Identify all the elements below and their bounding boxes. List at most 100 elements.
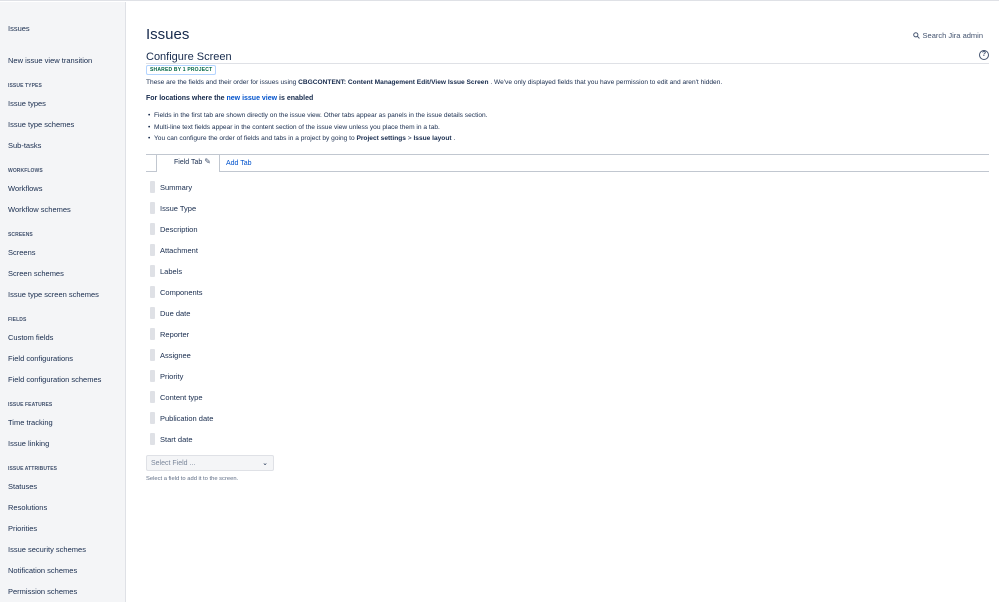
field-row-description[interactable]: Description	[150, 223, 198, 235]
locations-heading: For locations where the new issue view i…	[146, 95, 313, 102]
sidebar-item-issue-linking[interactable]: Issue linking	[8, 439, 49, 448]
field-label: Content type	[160, 392, 203, 402]
field-label: Attachment	[160, 245, 198, 255]
drag-handle-icon[interactable]	[150, 391, 155, 403]
locations-suffix: is enabled	[277, 95, 314, 102]
configure-screen-title: Configure Screen	[146, 51, 232, 63]
field-label: Components	[160, 287, 203, 297]
field-label: Publication date	[160, 413, 214, 423]
field-label: Assignee	[160, 350, 191, 360]
sidebar-item-workflows[interactable]: Workflows	[8, 184, 42, 193]
sidebar-heading-issue-features: ISSUE FEATURES	[8, 402, 53, 408]
info-bullet-1: Fields in the first tab are shown direct…	[148, 110, 488, 122]
drag-handle-icon[interactable]	[150, 307, 155, 319]
sidebar-item-custom-fields[interactable]: Custom fields	[8, 333, 53, 342]
drag-handle-icon[interactable]	[150, 349, 155, 361]
field-label: Reporter	[160, 329, 190, 339]
sidebar-item-priorities[interactable]: Priorities	[8, 524, 37, 533]
sidebar-heading-issue-attributes: ISSUE ATTRIBUTES	[8, 466, 58, 472]
field-label: Labels	[160, 266, 183, 276]
field-label: Issue Type	[160, 203, 197, 213]
drag-handle-icon[interactable]	[150, 265, 155, 277]
project-settings-text: Project settings	[356, 135, 406, 143]
sidebar-item-statuses[interactable]: Statuses	[8, 482, 37, 491]
drag-handle-icon[interactable]	[150, 202, 155, 214]
select-field-hint: Select a field to add it to the screen.	[146, 476, 239, 482]
field-row-due-date[interactable]: Due date	[150, 307, 190, 319]
issue-layout-text: Issue layout	[413, 135, 452, 143]
field-row-content-type[interactable]: Content type	[150, 391, 203, 403]
locations-prefix: For locations where the	[146, 95, 227, 102]
field-label: Priority	[160, 371, 184, 381]
search-jira-admin-link[interactable]: Search Jira admin	[912, 31, 983, 40]
sidebar-item-permission-schemes[interactable]: Permission schemes	[8, 587, 77, 596]
sidebar-heading-issue-types: ISSUE TYPES	[8, 83, 42, 89]
main-content: Issues Search Jira admin Configure Scree…	[126, 2, 999, 602]
info-bullet-3: You can configure the order of fields an…	[148, 133, 488, 145]
sidebar-item-screen-schemes[interactable]: Screen schemes	[8, 269, 64, 278]
bullet-3-suffix: .	[451, 135, 456, 143]
sidebar-item-screens[interactable]: Screens	[8, 248, 36, 257]
sidebar-item-sub-tasks[interactable]: Sub-tasks	[8, 141, 41, 150]
field-label: Start date	[160, 434, 193, 444]
sidebar-item-workflow-schemes[interactable]: Workflow schemes	[8, 205, 71, 214]
help-icon[interactable]: ?	[979, 50, 989, 60]
desc-suffix: . We've only displayed fields that you h…	[488, 79, 723, 86]
sidebar-item-issue-types[interactable]: Issue types	[8, 99, 46, 108]
sidebar-item-time-tracking[interactable]: Time tracking	[8, 418, 53, 427]
info-bullet-2: Multi-line text fields appear in the con…	[148, 122, 488, 134]
info-bullets: Fields in the first tab are shown direct…	[148, 110, 488, 145]
drag-handle-icon[interactable]	[150, 244, 155, 256]
drag-handle-icon[interactable]	[150, 286, 155, 298]
add-tab-link[interactable]: Add Tab	[226, 160, 252, 167]
drag-handle-icon[interactable]	[150, 412, 155, 424]
sidebar-heading-screens: SCREENS	[8, 232, 33, 238]
field-row-summary[interactable]: Summary	[150, 181, 192, 193]
tab-field-tab[interactable]: Field Tab ✎	[156, 155, 220, 172]
drag-handle-icon[interactable]	[150, 370, 155, 382]
sidebar-heading-fields: FIELDS	[8, 317, 27, 323]
search-icon	[912, 32, 920, 39]
tab-field-tab-label: Field Tab	[174, 159, 203, 166]
shared-by-project-badge[interactable]: SHARED BY 1 PROJECT	[146, 65, 217, 75]
sidebar-item-field-configurations[interactable]: Field configurations	[8, 354, 73, 363]
screen-description: These are the fields and their order for…	[146, 79, 722, 86]
search-admin-label: Search Jira admin	[922, 31, 983, 40]
new-issue-view-link[interactable]: new issue view	[227, 95, 278, 102]
sidebar-item-resolutions[interactable]: Resolutions	[8, 503, 47, 512]
field-label: Due date	[160, 308, 191, 318]
sidebar-item-issue-type-schemes[interactable]: Issue type schemes	[8, 120, 74, 129]
field-row-labels[interactable]: Labels	[150, 265, 182, 277]
field-label: Description	[160, 224, 198, 234]
select-field-placeholder: Select Field ...	[151, 460, 196, 467]
field-row-issue-type[interactable]: Issue Type	[150, 202, 196, 214]
drag-handle-icon[interactable]	[150, 181, 155, 193]
drag-handle-icon[interactable]	[150, 328, 155, 340]
sidebar-item-new-issue-view-transition[interactable]: New issue view transition	[8, 56, 92, 65]
field-row-reporter[interactable]: Reporter	[150, 328, 189, 340]
field-row-start-date[interactable]: Start date	[150, 433, 193, 445]
sidebar-item-issue-security-schemes[interactable]: Issue security schemes	[8, 545, 86, 554]
pencil-icon[interactable]: ✎	[204, 157, 211, 166]
sidebar-item-field-configuration-schemes[interactable]: Field configuration schemes	[8, 375, 101, 384]
field-row-components[interactable]: Components	[150, 286, 203, 298]
select-field-dropdown[interactable]: Select Field ... ⌄	[146, 455, 274, 471]
sidebar-item-issue-type-screen-schemes[interactable]: Issue type screen schemes	[8, 290, 99, 299]
field-row-priority[interactable]: Priority	[150, 370, 183, 382]
field-row-attachment[interactable]: Attachment	[150, 244, 198, 256]
desc-screen-name: CBGCONTENT: Content Management Edit/View…	[298, 79, 489, 86]
bullet-3-prefix: You can configure the order of fields an…	[154, 135, 357, 143]
sidebar-item-notification-schemes[interactable]: Notification schemes	[8, 566, 77, 575]
field-label: Summary	[160, 182, 193, 192]
drag-handle-icon[interactable]	[150, 223, 155, 235]
sidebar-heading-workflows: WORKFLOWS	[8, 168, 43, 174]
field-row-publication-date[interactable]: Publication date	[150, 412, 213, 424]
divider	[146, 63, 989, 64]
drag-handle-icon[interactable]	[150, 433, 155, 445]
admin-sidebar: Issues New issue view transition ISSUE T…	[0, 2, 126, 602]
chevron-down-icon: ⌄	[262, 460, 268, 467]
page-title: Issues	[146, 26, 190, 43]
sidebar-title: Issues	[8, 24, 30, 33]
desc-prefix: These are the fields and their order for…	[146, 79, 299, 86]
field-row-assignee[interactable]: Assignee	[150, 349, 191, 361]
